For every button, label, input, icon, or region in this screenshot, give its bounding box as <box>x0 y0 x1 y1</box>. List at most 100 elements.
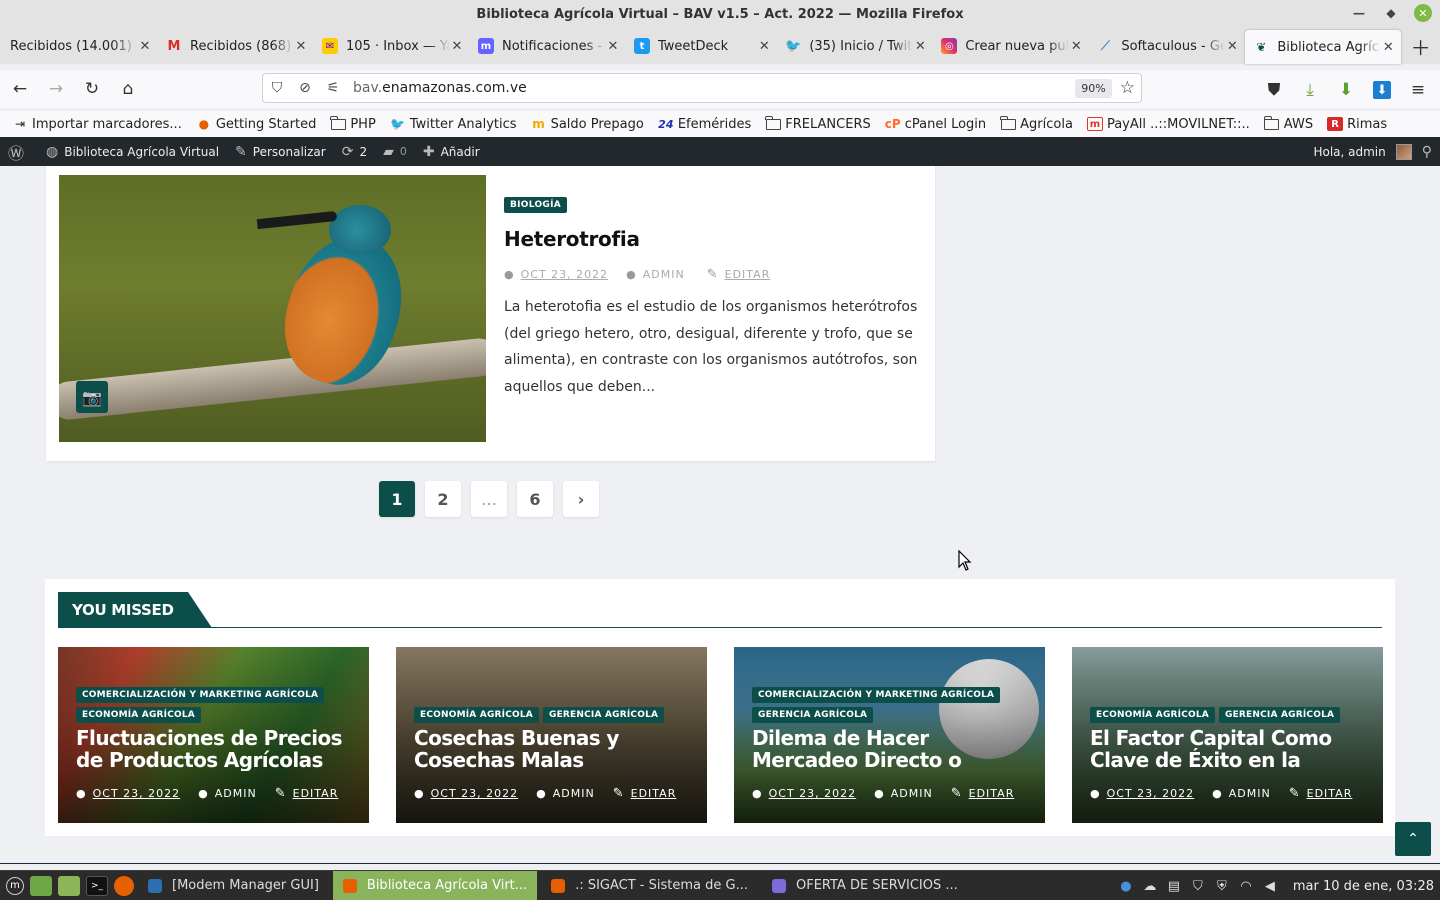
pocket-icon[interactable]: ⛊ <box>1258 74 1290 106</box>
update-icon[interactable]: ⛨ <box>1213 877 1231 895</box>
card-author-link[interactable]: ADMIN <box>215 787 257 800</box>
card-title[interactable]: Fluctuaciones de Precios de Productos Ag… <box>76 727 361 771</box>
card-category-tag[interactable]: GERENCIA AGRÍCOLA <box>1218 707 1341 723</box>
tab-gmail-1[interactable]: Recibidos (14.001) - ✕ <box>2 28 158 64</box>
post-edit-link[interactable]: EDITAR <box>725 268 771 281</box>
search-icon[interactable]: ⚲ <box>1422 144 1432 160</box>
card-title[interactable]: Cosechas Buenas y Cosechas Malas <box>414 727 699 771</box>
bookmark-folder-agricola[interactable]: Agrícola <box>1000 115 1073 132</box>
post-date-link[interactable]: OCT 23, 2022 <box>521 268 609 281</box>
taskbar-task[interactable]: OFERTA DE SERVICIOS ... <box>762 871 968 900</box>
post-author-link[interactable]: ADMIN <box>643 268 685 281</box>
extension-download-icon[interactable]: ⬇ <box>1330 74 1362 106</box>
desktop-icon[interactable] <box>30 875 52 896</box>
tab-close-icon[interactable]: ✕ <box>757 39 771 54</box>
card-category-tag[interactable]: ECONOMÍA AGRÍCOLA <box>414 707 539 723</box>
tab-softaculous[interactable]: ⟋ Softaculous - Ge ✕ <box>1089 28 1245 64</box>
bookmark-folder-aws[interactable]: AWS <box>1263 115 1313 132</box>
bookmark-star-icon[interactable]: ☆ <box>1120 78 1135 98</box>
page-1-button[interactable]: 1 <box>379 481 415 517</box>
post-category-tag[interactable]: BIOLOGÍA <box>504 197 568 213</box>
taskbar-clock[interactable]: mar 10 de ene, 03:28 <box>1293 879 1434 894</box>
card-category-tag[interactable]: COMERCIALIZACIÓN Y MARKETING AGRÍCOLA <box>76 687 325 703</box>
tab-close-icon[interactable]: ✕ <box>1381 40 1395 55</box>
back-to-top-button[interactable]: ⌃ <box>1395 822 1431 856</box>
card-edit-link[interactable]: EDITAR <box>1307 787 1353 800</box>
downloads-icon[interactable]: ⤓ <box>1294 74 1326 106</box>
wordpress-logo[interactable]: Ⓦ <box>8 140 30 164</box>
card-category-tag[interactable]: GERENCIA AGRÍCOLA <box>542 707 665 723</box>
shield-icon[interactable]: ⛉ <box>1189 877 1207 895</box>
taskbar-task[interactable]: [Modem Manager GUI] <box>138 871 329 900</box>
post-title[interactable]: Heterotrofia <box>504 227 924 251</box>
next-page-button[interactable]: › <box>563 481 599 517</box>
tab-biblioteca[interactable]: ❦ Biblioteca Agrícola ✕ <box>1245 30 1402 64</box>
card-category-tag[interactable]: ECONOMÍA AGRÍCOLA <box>1090 707 1215 723</box>
card-date-link[interactable]: OCT 23, 2022 <box>1107 787 1195 800</box>
tab-mastodon[interactable]: m Notificaciones - M ✕ <box>470 28 626 64</box>
back-button[interactable]: ← <box>4 73 36 105</box>
bookmark-payall[interactable]: m PayAll ..::MOVILNET::.. <box>1086 117 1250 132</box>
adminbar-add-new[interactable]: ✚ Añadir <box>423 144 480 160</box>
chrome-notifications-icon[interactable]: ● <box>1117 877 1135 895</box>
clipboard-icon[interactable]: ▤ <box>1165 877 1183 895</box>
missed-card[interactable]: ECONOMÍA AGRÍCOLA GERENCIA AGRÍCOLA El F… <box>1072 647 1383 823</box>
page-2-button[interactable]: 2 <box>425 481 461 517</box>
bookmark-cpanel[interactable]: cP cPanel Login <box>885 117 986 132</box>
bookmark-folder-frelancers[interactable]: FRELANCERS <box>765 115 871 132</box>
terminal-icon[interactable]: >_ <box>86 875 108 896</box>
firefox-icon[interactable] <box>114 875 134 896</box>
adminbar-customize[interactable]: ✎ Personalizar <box>235 144 326 160</box>
volume-icon[interactable]: ◀ <box>1261 877 1279 895</box>
bookmark-import[interactable]: ⇥ Importar marcadores... <box>12 117 182 132</box>
card-author-link[interactable]: ADMIN <box>891 787 933 800</box>
reload-button[interactable]: ↻ <box>76 73 108 105</box>
shield-icon[interactable]: ⛉ <box>263 80 291 96</box>
maximize-icon[interactable]: ◆ <box>1382 4 1400 22</box>
bookmark-folder-php[interactable]: PHP <box>330 115 376 132</box>
taskbar-task[interactable]: Biblioteca Agrícola Virt... <box>332 870 538 900</box>
taskbar-task[interactable]: .: SIGACT - Sistema de G... <box>541 871 758 900</box>
card-edit-link[interactable]: EDITAR <box>293 787 339 800</box>
url-text[interactable]: bav.enamazonas.com.ve <box>353 80 1075 96</box>
tab-close-icon[interactable]: ✕ <box>138 39 152 54</box>
missed-card[interactable]: COMERCIALIZACIÓN Y MARKETING AGRÍCOLA EC… <box>58 647 369 823</box>
files-icon[interactable] <box>58 875 80 896</box>
card-author-link[interactable]: ADMIN <box>553 787 595 800</box>
zoom-level[interactable]: 90% <box>1075 78 1112 98</box>
admin-greeting[interactable]: Hola, admin <box>1313 145 1385 159</box>
adminbar-updates[interactable]: ⟳ 2 <box>342 144 367 160</box>
card-category-tag[interactable]: COMERCIALIZACIÓN Y MARKETING AGRÍCOLA <box>752 687 1001 703</box>
url-bar[interactable]: ⛉ ⊘ ⚟ bav.enamazonas.com.ve 90% ☆ <box>262 73 1142 103</box>
tab-yahoo-mail[interactable]: ✉ 105 · Inbox — Ya ✕ <box>314 28 470 64</box>
tab-gmail-2[interactable]: M Recibidos (868) - ✕ <box>158 28 314 64</box>
tab-twitter[interactable]: 🐦 (35) Inicio / Twitter ✕ <box>777 28 933 64</box>
forward-button[interactable]: → <box>40 73 72 105</box>
wifi-icon[interactable]: ◠ <box>1237 877 1255 895</box>
card-edit-link[interactable]: EDITAR <box>631 787 677 800</box>
card-author-link[interactable]: ADMIN <box>1229 787 1271 800</box>
bookmark-efemerides[interactable]: 24 Efemérides <box>658 117 751 132</box>
menu-icon[interactable]: ≡ <box>1402 74 1434 106</box>
insecure-lock-icon[interactable]: ⊘ <box>291 80 319 96</box>
post-thumbnail[interactable]: 📷 <box>59 175 486 442</box>
tab-close-icon[interactable]: ✕ <box>606 39 620 54</box>
tab-close-icon[interactable]: ✕ <box>1069 39 1083 54</box>
adminbar-site-name[interactable]: ◍ Biblioteca Agrícola Virtual <box>46 144 219 160</box>
tab-tweetdeck[interactable]: t TweetDeck ✕ <box>626 28 777 64</box>
card-date-link[interactable]: OCT 23, 2022 <box>93 787 181 800</box>
bookmark-rimas[interactable]: R Rimas <box>1327 117 1387 132</box>
weather-icon[interactable]: ☁ <box>1141 877 1159 895</box>
mint-menu-icon[interactable]: m <box>6 876 24 895</box>
card-category-tag[interactable]: ECONOMÍA AGRÍCOLA <box>76 707 201 723</box>
card-date-link[interactable]: OCT 23, 2022 <box>769 787 857 800</box>
close-window-icon[interactable]: ✕ <box>1414 4 1432 22</box>
home-button[interactable]: ⌂ <box>112 73 144 105</box>
adminbar-comments[interactable]: ▰ 0 <box>383 144 407 160</box>
tab-close-icon[interactable]: ✕ <box>1225 39 1239 54</box>
missed-card[interactable]: ECONOMÍA AGRÍCOLA GERENCIA AGRÍCOLA Cose… <box>396 647 707 823</box>
card-date-link[interactable]: OCT 23, 2022 <box>431 787 519 800</box>
page-6-button[interactable]: 6 <box>517 481 553 517</box>
download-manager-icon[interactable]: ⬇ <box>1366 74 1398 106</box>
missed-card[interactable]: COMERCIALIZACIÓN Y MARKETING AGRÍCOLA GE… <box>734 647 1045 823</box>
